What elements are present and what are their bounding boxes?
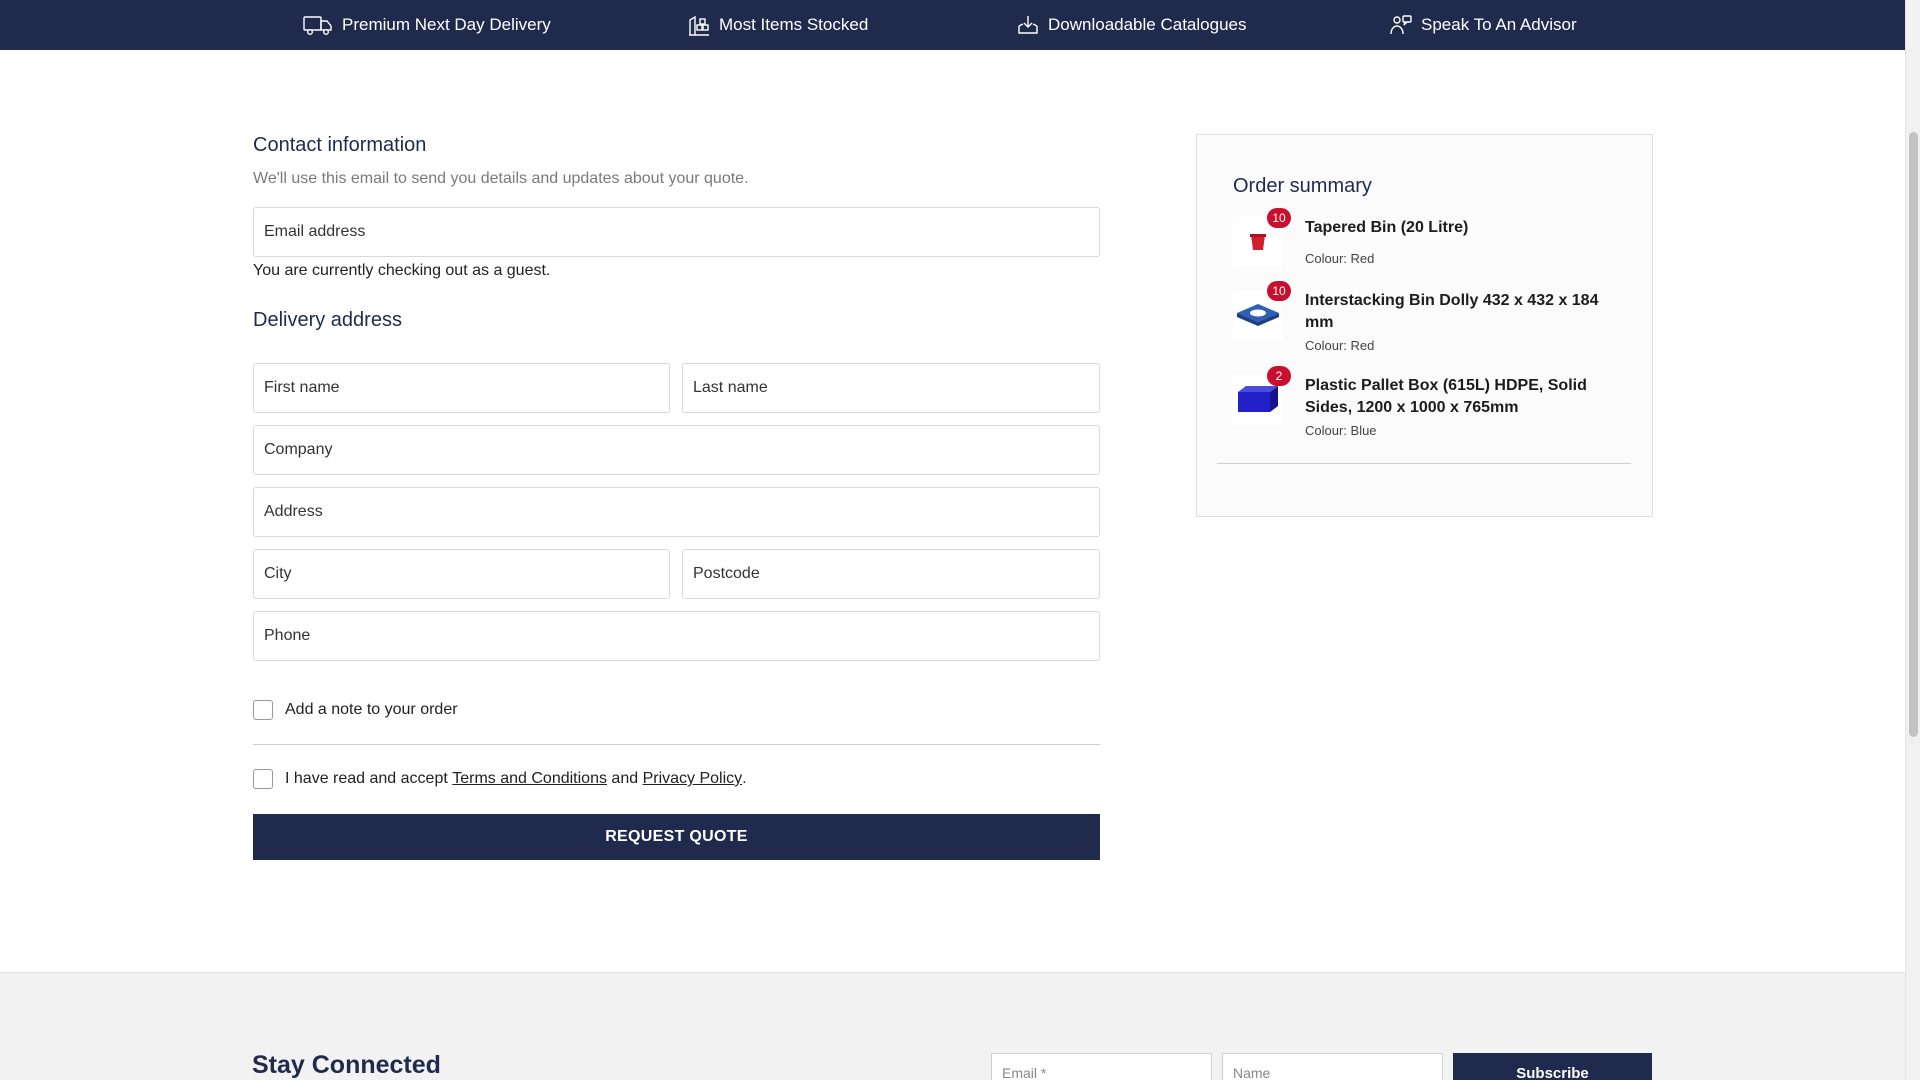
subscribe-button[interactable]: Subscribe — [1453, 1053, 1652, 1080]
terms-suffix: . — [742, 770, 747, 787]
guest-checkout-note: You are currently checking out as a gues… — [253, 262, 551, 279]
quantity-badge: 10 — [1267, 281, 1291, 301]
newsletter-footer: Stay Connected Subscribe — [0, 972, 1905, 1080]
item-variant: Colour: Red — [1305, 338, 1375, 353]
options-divider — [253, 744, 1100, 745]
phone-input[interactable] — [254, 612, 1099, 660]
quantity-badge: 2 — [1267, 366, 1291, 386]
item-variant: Colour: Blue — [1305, 423, 1377, 438]
summary-item[interactable]: 10 Tapered Bin (20 Litre) Colour: Red — [1233, 208, 1623, 281]
terms-middle: and — [606, 770, 643, 787]
request-quote-button[interactable]: REQUEST QUOTE — [253, 814, 1100, 860]
city-input[interactable] — [254, 550, 669, 598]
order-note-option[interactable]: Add a note to your order — [253, 700, 458, 720]
usp-speak-to-advisor[interactable]: Speak To An Advisor — [1390, 0, 1577, 50]
order-note-checkbox[interactable] — [253, 700, 273, 720]
email-input[interactable] — [254, 208, 1099, 256]
item-name: Interstacking Bin Dolly 432 x 432 x 184 … — [1305, 292, 1599, 331]
contact-section-title: Contact information — [253, 134, 427, 156]
company-input[interactable] — [254, 426, 1099, 474]
newsletter-name-input[interactable] — [1223, 1054, 1442, 1080]
delivery-van-icon — [303, 16, 332, 35]
terms-option[interactable]: I have read and accept Terms and Conditi… — [253, 769, 747, 789]
usp-label: Premium Next Day Delivery — [342, 15, 551, 34]
phone-field[interactable] — [253, 611, 1100, 661]
contact-subtitle: We'll use this email to send you details… — [253, 170, 749, 187]
first-name-input[interactable] — [254, 364, 669, 412]
last-name-input[interactable] — [683, 364, 1099, 412]
advisor-icon — [1390, 15, 1412, 35]
address-input[interactable] — [254, 488, 1099, 536]
city-field[interactable] — [253, 549, 670, 599]
stay-connected-heading: Stay Connected — [252, 1051, 441, 1079]
terms-checkbox[interactable] — [253, 769, 273, 789]
postcode-input[interactable] — [683, 550, 1099, 598]
warehouse-shelves-icon — [689, 15, 709, 36]
usp-bar: Premium Next Day Delivery Most Items Sto… — [0, 0, 1905, 50]
address-field[interactable] — [253, 487, 1100, 537]
order-summary-title: Order summary — [1233, 175, 1372, 197]
usp-label: Most Items Stocked — [719, 15, 869, 34]
item-name: Plastic Pallet Box (615L) HDPE, Solid Si… — [1305, 377, 1587, 416]
newsletter-email-input[interactable] — [992, 1054, 1211, 1080]
order-summary-panel: Order summary 10 Tapered Bin (20 Litre) … — [1196, 134, 1653, 517]
download-tray-icon — [1018, 16, 1038, 34]
usp-label: Downloadable Catalogues — [1048, 15, 1247, 34]
first-name-field[interactable] — [253, 363, 670, 413]
postcode-field[interactable] — [682, 549, 1100, 599]
company-field[interactable] — [253, 425, 1100, 475]
delivery-section-title: Delivery address — [253, 309, 402, 331]
newsletter-email-field[interactable] — [991, 1053, 1212, 1080]
quantity-badge: 10 — [1267, 208, 1291, 228]
usp-downloadable-catalogues[interactable]: Downloadable Catalogues — [1017, 0, 1246, 50]
tapered-bin-icon — [1250, 234, 1266, 250]
newsletter-name-field[interactable] — [1222, 1053, 1443, 1080]
summary-item[interactable]: 2 Plastic Pallet Box (615L) HDPE, Solid … — [1233, 366, 1623, 445]
order-note-label: Add a note to your order — [285, 701, 458, 718]
last-name-field[interactable] — [682, 363, 1100, 413]
item-variant: Colour: Red — [1305, 251, 1375, 266]
email-field[interactable] — [253, 207, 1100, 257]
usp-next-day-delivery[interactable]: Premium Next Day Delivery — [303, 0, 551, 50]
terms-and-conditions-link[interactable]: Terms and Conditions — [452, 770, 607, 788]
terms-prefix: I have read and accept — [285, 770, 453, 787]
bin-dolly-icon — [1237, 304, 1279, 326]
scrollbar-thumb[interactable] — [1909, 132, 1918, 737]
page-scrollbar[interactable] — [1905, 0, 1920, 1080]
usp-label: Speak To An Advisor — [1421, 15, 1577, 34]
usp-most-items-stocked[interactable]: Most Items Stocked — [688, 0, 868, 50]
pallet-box-icon — [1238, 386, 1278, 412]
summary-divider — [1217, 463, 1631, 464]
summary-item[interactable]: 10 Interstacking Bin Dolly 432 x 432 x 1… — [1233, 281, 1623, 356]
item-name: Tapered Bin (20 Litre) — [1305, 219, 1469, 236]
privacy-policy-link[interactable]: Privacy Policy — [643, 770, 743, 788]
